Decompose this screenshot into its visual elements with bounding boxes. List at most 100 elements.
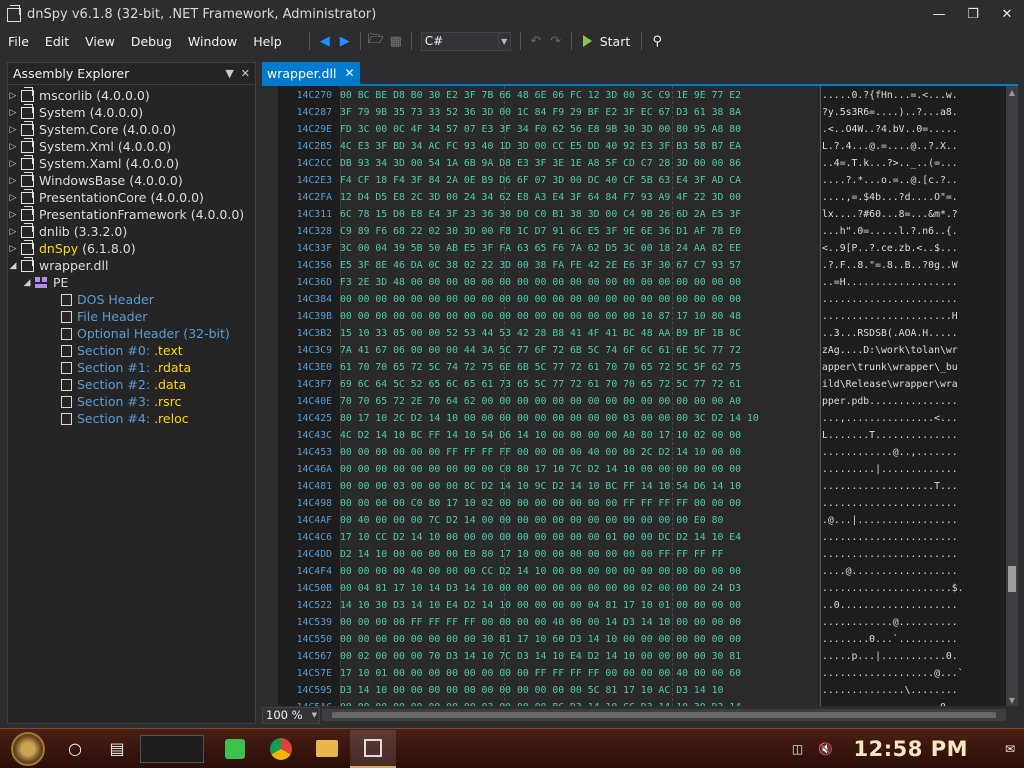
hex-bytes[interactable]: 00 04 81 17 10 14 D3 14 10 00 00 00 00 0… — [336, 583, 818, 594]
hex-bytes[interactable]: E5 3F 8E 46 DA 0C 38 02 22 3D 00 38 FA F… — [336, 260, 818, 271]
hex-bytes[interactable]: 69 6C 64 5C 52 65 6C 65 61 73 65 5C 77 7… — [336, 379, 818, 390]
hex-ascii[interactable]: .@...|................. — [818, 515, 992, 526]
expand-arrow-icon[interactable]: ▷ — [8, 210, 18, 220]
hex-ascii[interactable]: ..4=.T.k...?>.._..(=... — [818, 158, 992, 169]
scroll-up-icon[interactable]: ▲ — [1006, 86, 1018, 98]
language-select[interactable]: C# ▼ — [420, 31, 511, 51]
menu-help[interactable]: Help — [245, 34, 290, 49]
hex-bytes[interactable]: D2 14 10 00 00 00 00 E0 80 17 10 00 00 0… — [336, 549, 818, 560]
close-icon[interactable]: ✕ — [241, 67, 250, 80]
volume-muted-icon[interactable]: 🔇 — [815, 738, 837, 760]
hex-bytes[interactable]: 3C 00 04 39 5B 50 AB E5 3F FA 63 65 F6 7… — [336, 243, 818, 254]
tree-item-optional-header[interactable]: Optional Header (32-bit) — [8, 325, 255, 342]
scrollbar-thumb[interactable] — [332, 712, 996, 718]
tree-item-system[interactable]: ▷ System (4.0.0.0) — [8, 103, 255, 121]
expand-arrow-icon[interactable]: ▷ — [8, 159, 18, 169]
taskbar-clock[interactable]: 12:58 PM — [854, 737, 968, 761]
expand-arrow-icon[interactable]: ▷ — [8, 227, 18, 237]
minimize-icon[interactable]: — — [922, 0, 956, 29]
tree-item-presentationcore[interactable]: ▷ PresentationCore (4.0.0.0) — [8, 188, 255, 206]
expand-arrow-icon[interactable]: ▷ — [8, 176, 18, 186]
maximize-icon[interactable]: ❐ — [956, 0, 990, 29]
tree-item-mscorlib[interactable]: ▷ mscorlib (4.0.0.0) — [8, 86, 255, 104]
hex-bytes[interactable]: D3 14 10 00 00 00 00 00 00 00 00 00 00 0… — [336, 685, 818, 696]
hex-ascii[interactable]: ....................... — [818, 549, 992, 560]
hex-ascii[interactable]: ...,...............<... — [818, 413, 992, 424]
hex-ascii[interactable]: ....................... — [818, 498, 992, 509]
tree-item-dnlib[interactable]: ▷ dnlib (3.3.2.0) — [8, 222, 255, 240]
hex-ascii[interactable]: L.......T.............. — [818, 430, 992, 441]
tab-wrapper-dll[interactable]: wrapper.dll ✕ — [262, 62, 360, 84]
hex-ascii[interactable]: ?y.5s3R6=....)..?...a8. — [818, 107, 992, 118]
hex-bytes[interactable]: 00 BC BE D8 B0 30 E2 3F 7B 66 48 6E 06 F… — [336, 90, 818, 101]
hex-bytes[interactable]: 17 10 01 00 00 00 00 00 00 00 00 FF FF F… — [336, 668, 818, 679]
collapse-arrow-icon[interactable]: ◢ — [8, 261, 18, 271]
tree-item-presentationframework[interactable]: ▷ PresentationFramework (4.0.0.0) — [8, 205, 255, 223]
close-icon[interactable]: ✕ — [990, 0, 1024, 29]
tree-item-dnspy[interactable]: ▷ dnSpy (6.1.8.0) — [8, 239, 255, 257]
expand-arrow-icon[interactable]: ▷ — [8, 108, 18, 118]
hex-bytes[interactable]: 00 00 00 00 00 00 00 00 00 C0 80 17 10 7… — [336, 464, 818, 475]
hex-ascii[interactable]: ............@.......... — [818, 617, 992, 628]
hex-ascii[interactable]: ......................H — [818, 311, 992, 322]
scroll-down-icon[interactable]: ▼ — [1006, 694, 1018, 706]
tree-item-section-3[interactable]: Section #3: .rsrc — [8, 393, 255, 410]
expand-arrow-icon[interactable]: ▷ — [8, 244, 18, 254]
menu-file[interactable]: File — [0, 34, 37, 49]
notification-icon[interactable]: ✉ — [999, 738, 1021, 760]
hex-bytes[interactable]: 12 D4 D5 E8 2C 3D 00 24 34 62 E8 A3 E4 3… — [336, 192, 818, 203]
taskbar-app-notes[interactable] — [212, 730, 258, 768]
hex-bytes[interactable]: F3 2E 3D 48 00 00 00 00 00 00 00 00 00 0… — [336, 277, 818, 288]
save-all-icon[interactable]: ▦ — [386, 31, 406, 51]
hex-bytes[interactable]: 00 00 00 00 00 00 00 00 00 00 00 00 00 0… — [336, 294, 818, 305]
hex-bytes[interactable]: 00 00 00 03 00 00 00 8C D2 14 10 9C D2 1… — [336, 481, 818, 492]
hex-ascii[interactable]: .....p...|...........0. — [818, 651, 992, 662]
tree-item-section-4[interactable]: Section #4: .reloc — [8, 410, 255, 427]
network-icon[interactable]: ◫ — [787, 738, 809, 760]
hex-bytes[interactable]: 4C E3 3F BD 34 AC FC 93 40 1D 3D 00 CC E… — [336, 141, 818, 152]
hex-bytes[interactable]: 70 70 65 72 2E 70 64 62 00 00 00 00 00 0… — [336, 396, 818, 407]
hex-ascii[interactable]: ild\Release\wrapper\wra — [818, 379, 992, 390]
vertical-scrollbar[interactable]: ▲ ▼ — [1006, 86, 1018, 706]
hex-ascii[interactable]: pper.pdb............... — [818, 396, 992, 407]
hex-ascii[interactable]: .....0.?{fHn...=.<...w. — [818, 90, 992, 101]
tree-item-section-1[interactable]: Section #1: .rdata — [8, 359, 255, 376]
hex-bytes[interactable]: 3F 79 9B 35 73 33 52 36 3D 00 1C 84 F9 2… — [336, 107, 818, 118]
hex-bytes[interactable]: 61 70 70 65 72 5C 74 72 75 6E 6B 5C 77 7… — [336, 362, 818, 373]
tree-item-wrapper-dll[interactable]: ◢ wrapper.dll — [8, 256, 255, 274]
hex-bytes[interactable]: 17 10 CC D2 14 10 00 00 00 00 00 00 00 0… — [336, 532, 818, 543]
hex-ascii[interactable]: ..=H................... — [818, 277, 992, 288]
hex-bytes[interactable]: F4 CF 18 F4 3F 84 2A 0E B9 D6 6F 07 3D 0… — [336, 175, 818, 186]
hex-ascii[interactable]: ..............\........ — [818, 685, 992, 696]
chevron-down-icon[interactable]: ▼ — [225, 67, 233, 80]
task-view-icon[interactable]: ▤ — [98, 730, 136, 768]
hex-bytes[interactable]: 00 00 00 00 00 00 00 00 30 81 17 10 60 D… — [336, 634, 818, 645]
hex-ascii[interactable]: ....?.*...o.=..@.[c.?.. — [818, 175, 992, 186]
expand-arrow-icon[interactable]: ▷ — [8, 142, 18, 152]
hex-ascii[interactable]: zAg....D:\work\tolan\wr — [818, 345, 992, 356]
menu-window[interactable]: Window — [180, 34, 245, 49]
expand-arrow-icon[interactable]: ▷ — [8, 91, 18, 101]
hex-bytes[interactable]: 00 02 00 00 00 70 D3 14 10 7C D3 14 10 E… — [336, 651, 818, 662]
hex-bytes[interactable]: DB 93 34 3D 00 54 1A 6B 9A D8 E3 3F 3E 1… — [336, 158, 818, 169]
hex-editor[interactable]: 14C270 00 BC BE D8 B0 30 E2 3F 7B 66 48 6… — [278, 86, 1006, 706]
collapse-arrow-icon[interactable]: ◢ — [22, 278, 32, 288]
tree-item-section-0[interactable]: Section #0: .text — [8, 342, 255, 359]
tree-item-section-2[interactable]: Section #2: .data — [8, 376, 255, 393]
hex-bytes[interactable]: 00 40 00 00 00 7C D2 14 00 00 00 00 00 0… — [336, 515, 818, 526]
redo-icon[interactable]: ↷ — [546, 31, 566, 51]
hex-ascii[interactable]: ..0.................... — [818, 600, 992, 611]
hex-bytes[interactable]: 00 00 00 00 FF FF FF FF 00 00 00 00 40 0… — [336, 617, 818, 628]
hex-ascii[interactable]: ....................... — [818, 294, 992, 305]
hex-ascii[interactable]: L.?.4...@.=....@..?.X.. — [818, 141, 992, 152]
hex-ascii[interactable]: ........0...`.......... — [818, 634, 992, 645]
start-debug-button[interactable]: Start — [582, 34, 630, 49]
hex-bytes[interactable]: FD 3C 00 0C 4F 34 57 07 E3 3F 34 F0 62 5… — [336, 124, 818, 135]
cortana-icon[interactable]: ○ — [56, 730, 94, 768]
taskbar-app-chrome[interactable] — [258, 730, 304, 768]
hex-bytes[interactable]: 00 00 00 00 00 00 FF FF FF FF 00 00 00 0… — [336, 447, 818, 458]
hex-ascii[interactable]: .<..O4W..?4.bV..0=..... — [818, 124, 992, 135]
start-button[interactable] — [0, 730, 56, 768]
search-icon[interactable]: ⚲ — [647, 31, 667, 51]
hex-ascii[interactable]: ...................T... — [818, 481, 992, 492]
